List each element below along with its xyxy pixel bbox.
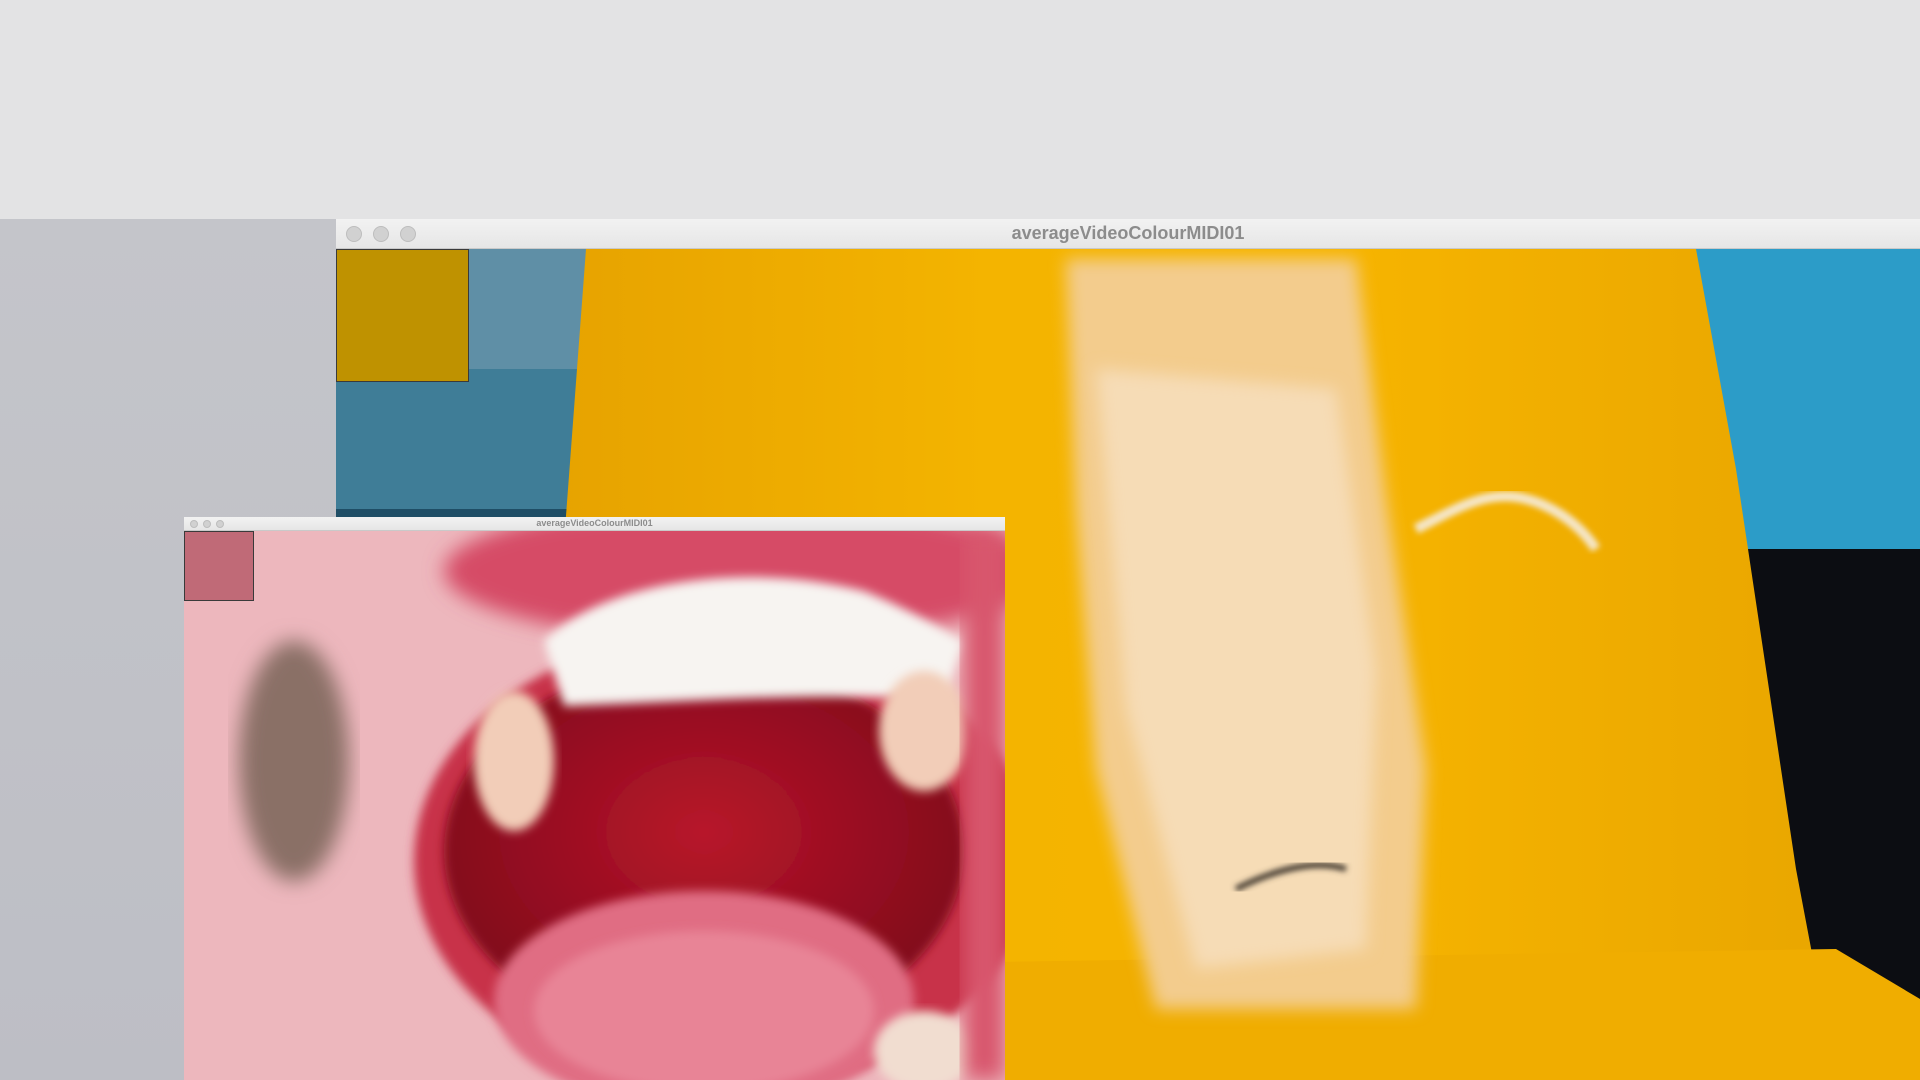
minimize-button[interactable] (203, 520, 211, 528)
main-window-title: averageVideoColourMIDI01 (1011, 223, 1245, 243)
small-average-colour-swatch (184, 531, 254, 601)
small-window-titlebar[interactable]: averageVideoColourMIDI01 (184, 517, 1005, 531)
close-button[interactable] (346, 226, 362, 242)
small-window-title: averageVideoColourMIDI01 (536, 518, 653, 528)
small-camera-feed (184, 531, 1005, 1080)
small-window-controls (190, 520, 224, 528)
main-average-colour-swatch (336, 249, 469, 382)
minimize-button[interactable] (373, 226, 389, 242)
close-button[interactable] (190, 520, 198, 528)
zoom-button[interactable] (400, 226, 416, 242)
camera-feed-icon (184, 531, 1005, 1080)
main-window-titlebar[interactable]: averageVideoColourMIDI01 (336, 219, 1920, 249)
main-window-controls (346, 226, 416, 242)
small-video-window[interactable]: averageVideoColourMIDI01 (184, 517, 1005, 1080)
screen-top-area (0, 0, 1920, 219)
zoom-button[interactable] (216, 520, 224, 528)
